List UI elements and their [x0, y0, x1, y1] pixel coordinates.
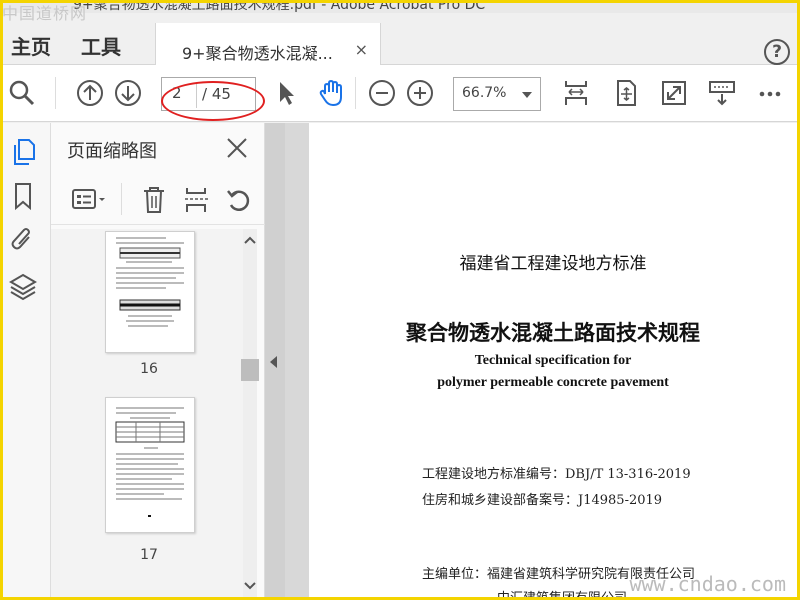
- select-tool-icon[interactable]: [271, 78, 301, 108]
- left-navigation-rail: [3, 123, 51, 597]
- hand-tool-icon[interactable]: [317, 78, 347, 108]
- more-options-icon[interactable]: [755, 78, 785, 108]
- next-page-icon[interactable]: [113, 78, 143, 108]
- scroll-mode-icon[interactable]: [707, 78, 737, 108]
- window-title: 9+聚合物透水混凝土路面技术规程.pdf - Adobe Acrobat Pro…: [73, 3, 486, 13]
- thumbnail-page-label: 17: [140, 547, 158, 563]
- doc-title-en-line1: Technical specification for: [474, 353, 632, 368]
- thumbnail-preview: [116, 237, 184, 327]
- menu-home[interactable]: 主页: [11, 31, 51, 60]
- extract-page-icon[interactable]: [183, 185, 211, 215]
- zoom-select[interactable]: 66.7%: [453, 77, 541, 111]
- panel-collapse-handle[interactable]: [265, 123, 285, 597]
- full-screen-icon[interactable]: [659, 78, 689, 108]
- panel-title: 页面缩略图: [67, 141, 157, 162]
- scrollbar-thumb[interactable]: [241, 359, 259, 381]
- watermark-top: 中国道桥网: [2, 4, 88, 23]
- doc-editor-2: 中汇建筑集团有限公司: [497, 587, 627, 597]
- zoom-out-icon[interactable]: [367, 78, 397, 108]
- delete-icon[interactable]: [141, 185, 167, 215]
- collapse-arrow-icon: [270, 356, 277, 368]
- tab-close-icon[interactable]: ×: [355, 40, 368, 59]
- layers-icon[interactable]: [9, 271, 37, 301]
- document-tab-label: 9+聚合物透水混凝...: [182, 44, 333, 63]
- thumbnails-panel: 页面缩略图 16 17: [51, 123, 265, 597]
- help-icon[interactable]: ?: [764, 39, 790, 65]
- scroll-up-icon[interactable]: [244, 235, 256, 245]
- search-icon[interactable]: [7, 78, 37, 108]
- chevron-down-icon: [522, 92, 532, 98]
- doc-title: 聚合物透水混凝土路面技术规程: [406, 321, 700, 345]
- doc-title-en-line2: polymer permeable concrete pavement: [437, 375, 669, 390]
- page-thumbnails-icon[interactable]: [9, 137, 37, 167]
- thumbnail-options-icon[interactable]: [71, 187, 111, 213]
- doc-record-number: 住房和城乡建设部备案号：J14985-2019: [422, 493, 663, 508]
- thumbnail-page-label: 16: [140, 361, 158, 377]
- panel-tool-divider: [121, 183, 122, 215]
- document-viewer[interactable]: 福建省工程建设地方标准 聚合物透水混凝土路面技术规程 Technical spe…: [285, 123, 797, 597]
- menu-tools[interactable]: 工具: [81, 31, 121, 60]
- fit-width-icon[interactable]: [561, 78, 591, 108]
- scroll-down-icon[interactable]: [244, 581, 256, 591]
- zoom-value: 66.7%: [462, 85, 507, 101]
- title-bar: 9+聚合物透水混凝土路面技术规程.pdf - Adobe Acrobat Pro…: [3, 3, 797, 13]
- toolbar-divider: [355, 77, 356, 109]
- watermark-bottom: www.cndao.com: [629, 572, 786, 596]
- thumbnail-preview: [115, 407, 185, 517]
- rotate-icon[interactable]: [225, 185, 253, 215]
- panel-toolbar: [51, 175, 265, 225]
- doc-issuer: 福建省工程建设地方标准: [459, 254, 647, 274]
- bookmark-icon[interactable]: [9, 181, 37, 211]
- pdf-page: 福建省工程建设地方标准 聚合物透水混凝土路面技术规程 Technical spe…: [309, 123, 797, 597]
- previous-page-icon[interactable]: [75, 78, 105, 108]
- zoom-in-icon[interactable]: [405, 78, 435, 108]
- fit-page-icon[interactable]: [611, 78, 641, 108]
- thumbnail-list: 16 17: [51, 229, 247, 597]
- page-thumbnail-16[interactable]: [105, 231, 195, 353]
- annotation-circle: [161, 81, 265, 121]
- toolbar: / 45 66.7%: [3, 65, 797, 122]
- acrobat-window: 9+聚合物透水混凝土路面技术规程.pdf - Adobe Acrobat Pro…: [3, 3, 797, 597]
- menu-bar: 主页 工具 9+聚合物透水混凝... × ?: [3, 13, 797, 76]
- thumbnail-scrollbar[interactable]: [241, 229, 259, 597]
- page-thumbnail-17[interactable]: [105, 397, 195, 533]
- doc-standard-number: 工程建设地方标准编号：DBJ/T 13-316-2019: [422, 467, 691, 482]
- close-icon[interactable]: [226, 137, 248, 159]
- toolbar-divider: [55, 77, 56, 109]
- attachment-icon[interactable]: [9, 225, 37, 255]
